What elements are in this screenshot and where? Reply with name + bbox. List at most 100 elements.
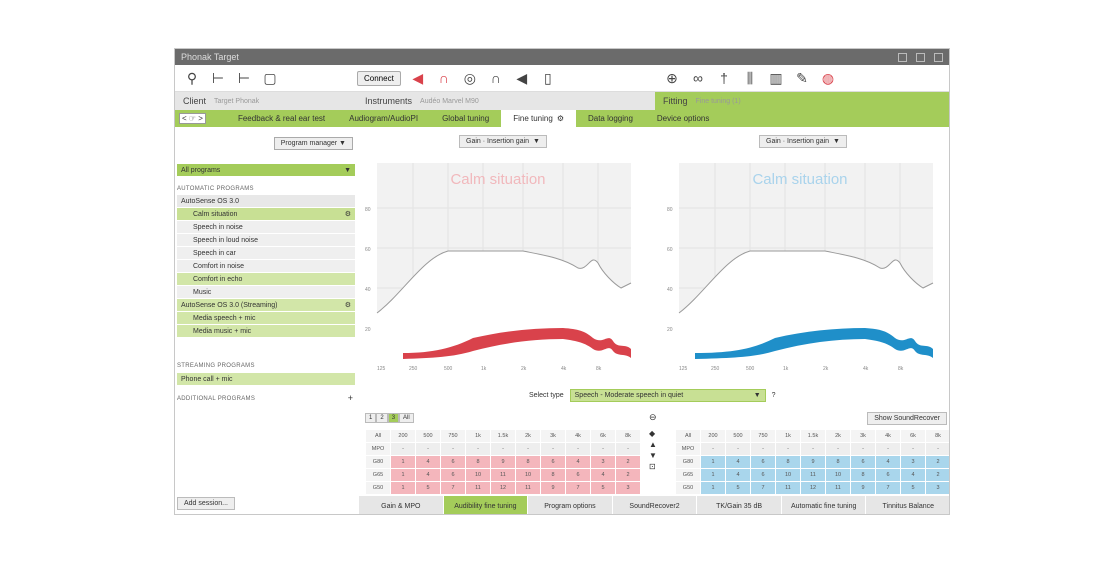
gain-cell[interactable]: 9 bbox=[490, 455, 516, 469]
program-item[interactable]: Media speech + mic bbox=[177, 312, 355, 325]
nav-data-logging[interactable]: Data logging bbox=[576, 114, 645, 123]
program-item[interactable]: Calm situation ⚙ bbox=[177, 208, 355, 221]
ear-icon[interactable]: ∩ bbox=[487, 69, 505, 87]
bottom-tab[interactable]: Audibility fine tuning bbox=[443, 496, 529, 514]
gain-cell[interactable]: 7 bbox=[875, 481, 901, 495]
bottom-tab[interactable]: TK/Gain 35 dB bbox=[697, 496, 782, 514]
gain-cell[interactable]: 4 bbox=[875, 455, 901, 469]
gain-cell[interactable]: 4 bbox=[565, 455, 591, 469]
gain-cell[interactable]: 4 bbox=[415, 468, 441, 482]
gain-cell[interactable]: 11 bbox=[465, 481, 491, 495]
program-item[interactable]: Phone call + mic bbox=[177, 373, 355, 386]
gain-cell[interactable]: 9 bbox=[540, 481, 566, 495]
report-icon[interactable]: ▢ bbox=[261, 69, 279, 87]
close-button[interactable] bbox=[934, 52, 943, 62]
gain-cell[interactable]: 10 bbox=[775, 468, 801, 482]
gain-cell[interactable]: 8 bbox=[465, 455, 491, 469]
gain-cell[interactable]: 5 bbox=[415, 481, 441, 495]
gain-cell[interactable]: - bbox=[540, 442, 566, 456]
minimize-button[interactable] bbox=[898, 52, 907, 62]
gain-cell[interactable]: - bbox=[750, 442, 776, 456]
select-type-dropdown[interactable]: Speech - Moderate speech in quiet ▼ bbox=[569, 389, 766, 402]
gain-cell[interactable]: 1 bbox=[390, 481, 416, 495]
gain-cell[interactable]: 11 bbox=[775, 481, 801, 495]
autosense-group[interactable]: AutoSense OS 3.0 bbox=[177, 195, 355, 208]
gain-cell[interactable]: - bbox=[565, 442, 591, 456]
gain-cell[interactable]: 10 bbox=[465, 468, 491, 482]
gain-cell[interactable]: 4 bbox=[725, 455, 751, 469]
left-gain-select[interactable]: Gain · Insertion gain ▼ bbox=[459, 135, 547, 148]
gain-cell[interactable]: 5 bbox=[590, 481, 616, 495]
gain-cell[interactable]: 7 bbox=[440, 481, 466, 495]
gain-cell[interactable]: 2 bbox=[925, 468, 949, 482]
gain-cell[interactable]: 8 bbox=[850, 468, 876, 482]
gain-cell[interactable]: 2 bbox=[615, 455, 641, 469]
gain-cell[interactable]: 11 bbox=[515, 481, 541, 495]
gain-cell[interactable]: 6 bbox=[540, 455, 566, 469]
nav-fine-tuning[interactable]: Fine tuning ⚙ bbox=[501, 110, 576, 127]
program-item[interactable]: Speech in noise bbox=[177, 221, 355, 234]
client-icon[interactable]: ⚲ bbox=[183, 69, 201, 87]
gain-cell[interactable]: - bbox=[925, 442, 949, 456]
tools-icon[interactable]: ✎ bbox=[793, 69, 811, 87]
gain-cell[interactable]: 4 bbox=[415, 455, 441, 469]
bottom-tab[interactable]: Program options bbox=[528, 496, 613, 514]
gain-cell[interactable]: - bbox=[515, 442, 541, 456]
gain-cell[interactable]: 4 bbox=[590, 468, 616, 482]
gain-cell[interactable]: 6 bbox=[565, 468, 591, 482]
gain-cell[interactable]: 6 bbox=[440, 468, 466, 482]
network-icon[interactable]: ⊕ bbox=[663, 69, 681, 87]
gain-cell[interactable]: 4 bbox=[900, 468, 926, 482]
gain-cell[interactable]: - bbox=[465, 442, 491, 456]
target-icon[interactable]: ◎ bbox=[461, 69, 479, 87]
bottom-tab[interactable]: Tinnitus Balance bbox=[866, 496, 949, 514]
gain-cell[interactable]: - bbox=[825, 442, 851, 456]
gain-tab[interactable]: 1 bbox=[365, 413, 377, 423]
gain-tab[interactable]: 2 bbox=[376, 413, 388, 423]
gain-cell[interactable]: 12 bbox=[800, 481, 826, 495]
settings-icon[interactable]: ⚙ bbox=[345, 301, 351, 309]
nav-device-options[interactable]: Device options bbox=[645, 114, 721, 123]
gain-cell[interactable]: 6 bbox=[850, 455, 876, 469]
add-icon[interactable]: + bbox=[348, 393, 353, 403]
add-session-button[interactable]: Add session... bbox=[177, 497, 235, 510]
hearing-aids-icon[interactable]: ∞ bbox=[689, 69, 707, 87]
gain-cell[interactable]: - bbox=[390, 442, 416, 456]
gain-cell[interactable]: 3 bbox=[615, 481, 641, 495]
decrease-icon[interactable]: ▼ bbox=[649, 451, 657, 460]
gain-cell[interactable]: 4 bbox=[725, 468, 751, 482]
gain-cell[interactable]: 6 bbox=[750, 455, 776, 469]
gain-cell[interactable]: - bbox=[875, 442, 901, 456]
show-soundrecover-button[interactable]: Show SoundRecover bbox=[867, 412, 947, 425]
gain-cell[interactable]: 12 bbox=[490, 481, 516, 495]
gain-cell[interactable]: 1 bbox=[390, 468, 416, 482]
program-item[interactable]: Speech in car bbox=[177, 247, 355, 260]
equalizer-icon[interactable]: ⫼ bbox=[741, 69, 759, 87]
nav-feedback[interactable]: Feedback & real ear test bbox=[226, 114, 337, 123]
device-icon[interactable]: ▯ bbox=[539, 69, 557, 87]
gain-cell[interactable]: - bbox=[775, 442, 801, 456]
gain-cell[interactable]: 9 bbox=[800, 455, 826, 469]
gain-cell[interactable]: 8 bbox=[540, 468, 566, 482]
gain-cell[interactable]: - bbox=[700, 442, 726, 456]
ear-icon[interactable]: ∩ bbox=[435, 69, 453, 87]
nav-global-tuning[interactable]: Global tuning bbox=[430, 114, 501, 123]
gain-cell[interactable]: 1 bbox=[700, 455, 726, 469]
speaker-icon[interactable]: ◀ bbox=[513, 69, 531, 87]
gain-cell[interactable]: 10 bbox=[515, 468, 541, 482]
gain-cell[interactable]: - bbox=[900, 442, 926, 456]
gain-cell[interactable]: - bbox=[440, 442, 466, 456]
program-manager-select[interactable]: Program manager ▼ bbox=[273, 137, 353, 150]
gain-cell[interactable]: 8 bbox=[515, 455, 541, 469]
gain-cell[interactable]: 6 bbox=[440, 455, 466, 469]
gain-cell[interactable]: 2 bbox=[615, 468, 641, 482]
levels-icon[interactable]: ▥ bbox=[767, 69, 785, 87]
gain-cell[interactable]: 7 bbox=[565, 481, 591, 495]
increase-icon[interactable]: ▲ bbox=[649, 440, 657, 449]
gain-cell[interactable]: 2 bbox=[925, 455, 949, 469]
gain-cell[interactable]: 6 bbox=[875, 468, 901, 482]
audiogram-icon[interactable]: ⊢ bbox=[209, 69, 227, 87]
gain-cell[interactable]: 1 bbox=[700, 468, 726, 482]
gain-cell[interactable]: 1 bbox=[390, 455, 416, 469]
gain-cell[interactable]: 7 bbox=[750, 481, 776, 495]
